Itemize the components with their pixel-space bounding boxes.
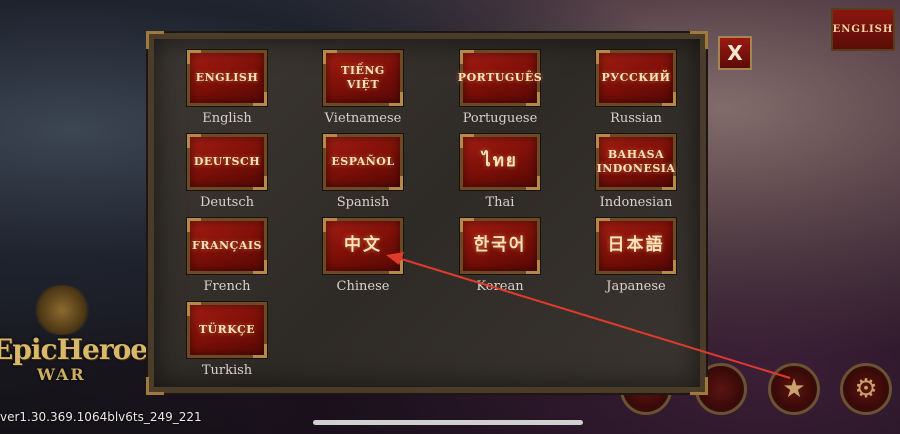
current-language-button[interactable]: English bbox=[831, 8, 895, 51]
language-option-chinese[interactable]: 中文 Chinese bbox=[308, 218, 418, 302]
language-caption: Vietnamese bbox=[324, 111, 402, 126]
current-language-label: English bbox=[832, 24, 894, 35]
language-button[interactable]: Português bbox=[458, 50, 542, 106]
language-option-vietnamese[interactable]: Tiếng Việt Vietnamese bbox=[308, 50, 418, 134]
home-indicator[interactable] bbox=[313, 420, 583, 425]
language-caption: Spanish bbox=[336, 195, 390, 210]
language-button[interactable]: Русский bbox=[596, 50, 676, 106]
logo-emblem bbox=[32, 285, 92, 335]
language-option-indonesian[interactable]: Bahasa Indonesia Indonesian bbox=[581, 134, 691, 218]
language-caption: Chinese bbox=[336, 279, 390, 294]
language-option-deutsch[interactable]: Deutsch Deutsch bbox=[172, 134, 282, 218]
language-button[interactable]: Español bbox=[323, 134, 403, 190]
panel-corner bbox=[690, 31, 708, 49]
language-caption: Thai bbox=[485, 195, 515, 210]
language-caption: Japanese bbox=[606, 279, 666, 294]
close-icon: X bbox=[727, 41, 743, 65]
language-button[interactable]: Tiếng Việt bbox=[323, 50, 403, 106]
language-option-spanish[interactable]: Español Spanish bbox=[308, 134, 418, 218]
language-caption: Turkish bbox=[201, 363, 253, 378]
panel-corner bbox=[146, 31, 164, 49]
language-button[interactable]: 한국어 bbox=[460, 218, 540, 274]
gear-icon: ⚙ bbox=[854, 374, 878, 404]
panel-corner bbox=[146, 377, 164, 395]
language-button[interactable]: 中文 bbox=[323, 218, 403, 274]
language-option-russian[interactable]: Русский Russian bbox=[581, 50, 691, 134]
language-button[interactable]: ไทย bbox=[460, 134, 540, 190]
language-option-portuguese[interactable]: Português Portuguese bbox=[445, 50, 555, 134]
language-button[interactable]: Deutsch bbox=[187, 134, 267, 190]
game-logo: EpicHeroes WAR bbox=[0, 285, 163, 395]
close-button[interactable]: X bbox=[718, 36, 752, 70]
language-button[interactable]: 日本語 bbox=[596, 218, 676, 274]
language-caption: Korean bbox=[476, 279, 524, 294]
language-caption: Portuguese bbox=[462, 111, 538, 126]
language-button[interactable]: Français bbox=[187, 218, 267, 274]
language-option-french[interactable]: Français French bbox=[172, 218, 282, 302]
language-option-turkish[interactable]: Türkçe Turkish bbox=[172, 302, 282, 386]
language-caption: English bbox=[202, 111, 252, 126]
language-option-english[interactable]: English English bbox=[172, 50, 282, 134]
logo-title: EpicHeroes bbox=[0, 333, 163, 366]
language-caption: French bbox=[203, 279, 251, 294]
language-caption: Deutsch bbox=[199, 195, 255, 210]
settings-button[interactable]: ⚙ bbox=[840, 363, 892, 415]
language-option-thai[interactable]: ไทย Thai bbox=[445, 134, 555, 218]
language-option-korean[interactable]: 한국어 Korean bbox=[445, 218, 555, 302]
language-button[interactable]: Türkçe bbox=[187, 302, 267, 358]
panel-corner bbox=[690, 377, 708, 395]
language-button[interactable]: Bahasa Indonesia bbox=[596, 134, 676, 190]
favorite-button[interactable]: ★ bbox=[768, 363, 820, 415]
language-caption: Indonesian bbox=[599, 195, 673, 210]
language-option-japanese[interactable]: 日本語 Japanese bbox=[581, 218, 691, 302]
logo-subtitle: WAR bbox=[37, 365, 86, 384]
language-caption: Russian bbox=[610, 111, 662, 126]
language-button[interactable]: English bbox=[187, 50, 267, 106]
star-icon: ★ bbox=[782, 374, 806, 404]
version-text: ver1.30.369.1064blv6ts_249_221 bbox=[0, 410, 202, 424]
